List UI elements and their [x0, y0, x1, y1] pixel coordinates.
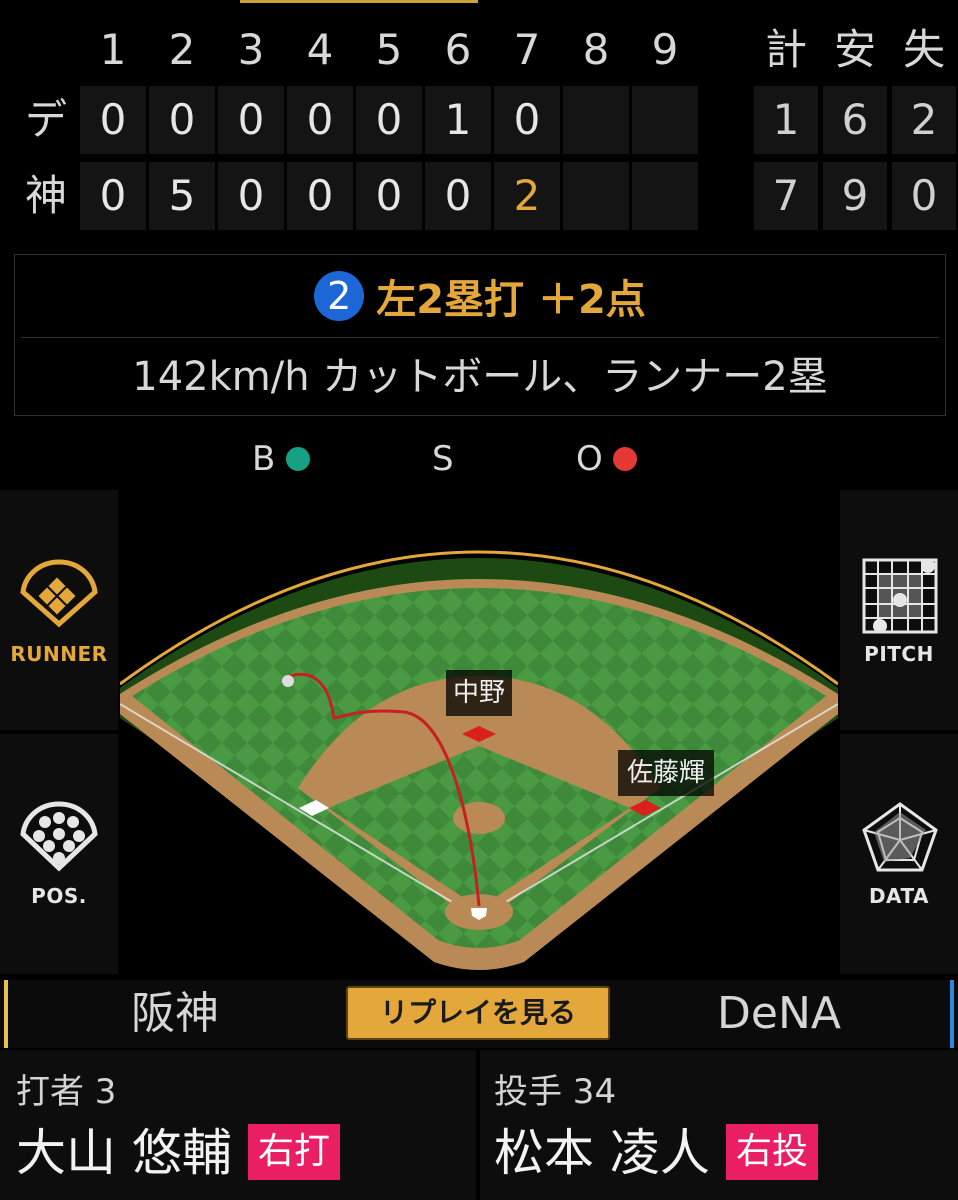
- play-number-badge: 2: [314, 271, 365, 321]
- fielder-label-center: 中野: [446, 670, 512, 716]
- score-cell: [563, 86, 629, 154]
- pitcher-name: 松本 凌人: [494, 1124, 710, 1182]
- radar-chart-icon: [862, 802, 938, 872]
- score-cell: [632, 86, 698, 154]
- fielder-label-second: 佐藤輝: [618, 750, 714, 796]
- score-cell: 0: [356, 86, 422, 154]
- play-result: 左2塁打 ＋2点: [376, 277, 646, 323]
- tab-home-team[interactable]: 阪神: [60, 980, 290, 1048]
- total-header-errors: 失: [902, 25, 945, 74]
- pitch-grid-icon: [862, 558, 938, 634]
- inning-header: 5: [375, 25, 403, 74]
- out-indicator: [613, 447, 637, 471]
- score-cell: [563, 162, 629, 230]
- play-result-row: 2 左2塁打 ＋2点: [15, 255, 945, 337]
- batter-role: 打者 3: [16, 1072, 117, 1112]
- score-cell: 0: [287, 86, 353, 154]
- total-hits: 9: [823, 162, 887, 230]
- data-label: DATA: [868, 884, 930, 908]
- ball-landing-point: [282, 675, 294, 687]
- score-cell: 5: [149, 162, 215, 230]
- pitcher-hand-badge: 右投: [726, 1124, 819, 1180]
- data-button[interactable]: DATA: [840, 734, 958, 974]
- positions-label: POS.: [31, 884, 87, 908]
- score-cell-current: 2: [494, 162, 560, 230]
- score-cell: 0: [80, 162, 146, 230]
- away-tab-accent: [950, 980, 954, 1048]
- total-header-runs: 計: [764, 25, 807, 74]
- inning-header: 9: [651, 25, 679, 74]
- total-hits: 6: [823, 86, 887, 154]
- total-errors: 2: [892, 86, 956, 154]
- pitch-detail: 142km/h カットボール、ランナー2塁: [132, 354, 828, 400]
- score-cell: 0: [356, 162, 422, 230]
- score-cell: 1: [425, 86, 491, 154]
- pitch-label: PITCH: [864, 642, 934, 666]
- total-header-hits: 安: [833, 25, 876, 74]
- score-cell: 0: [80, 86, 146, 154]
- batter-name: 大山 悠輔: [16, 1124, 232, 1182]
- active-tab-indicator: [240, 0, 478, 3]
- score-cell: [632, 162, 698, 230]
- inning-header: 3: [237, 25, 265, 74]
- inning-header: 1: [99, 25, 127, 74]
- total-errors: 0: [892, 162, 956, 230]
- divider: [21, 337, 939, 338]
- strike-count-label: S: [432, 439, 454, 479]
- pitcher-role: 投手 34: [494, 1072, 617, 1112]
- home-team-label: 神: [24, 171, 67, 220]
- runner-icon: [20, 559, 98, 628]
- runner-label: RUNNER: [10, 642, 108, 666]
- inning-header: 6: [444, 25, 472, 74]
- total-runs: 1: [754, 86, 818, 154]
- inning-header: 7: [513, 25, 541, 74]
- play-summary: 2 左2塁打 ＋2点 142km/h カットボール、ランナー2塁: [14, 254, 946, 416]
- score-cell: 0: [494, 86, 560, 154]
- score-cell: 0: [218, 162, 284, 230]
- batter-hand-badge: 右打: [248, 1124, 341, 1180]
- score-cell: 0: [218, 86, 284, 154]
- ball-count-label: B: [252, 439, 276, 479]
- away-team-label: デ: [24, 95, 67, 144]
- tab-away-team[interactable]: DeNA: [664, 980, 894, 1048]
- score-cell: 0: [149, 86, 215, 154]
- positions-button[interactable]: POS.: [0, 734, 118, 974]
- field-diagram: [120, 550, 838, 970]
- score-cell: 0: [287, 162, 353, 230]
- baseball-field: 中野 佐藤輝: [120, 488, 838, 976]
- total-runs: 7: [754, 162, 818, 230]
- positions-icon: [20, 801, 98, 872]
- out-count-label: O: [576, 439, 603, 479]
- home-tab-accent: [4, 980, 8, 1048]
- pitch-button[interactable]: PITCH: [840, 490, 958, 730]
- inning-header: 8: [582, 25, 610, 74]
- inning-header: 4: [306, 25, 334, 74]
- score-cell: 0: [425, 162, 491, 230]
- replay-button[interactable]: リプレイを見る: [346, 986, 610, 1040]
- inning-header: 2: [168, 25, 196, 74]
- runner-button[interactable]: RUNNER: [0, 490, 118, 730]
- ball-indicator: [286, 447, 310, 471]
